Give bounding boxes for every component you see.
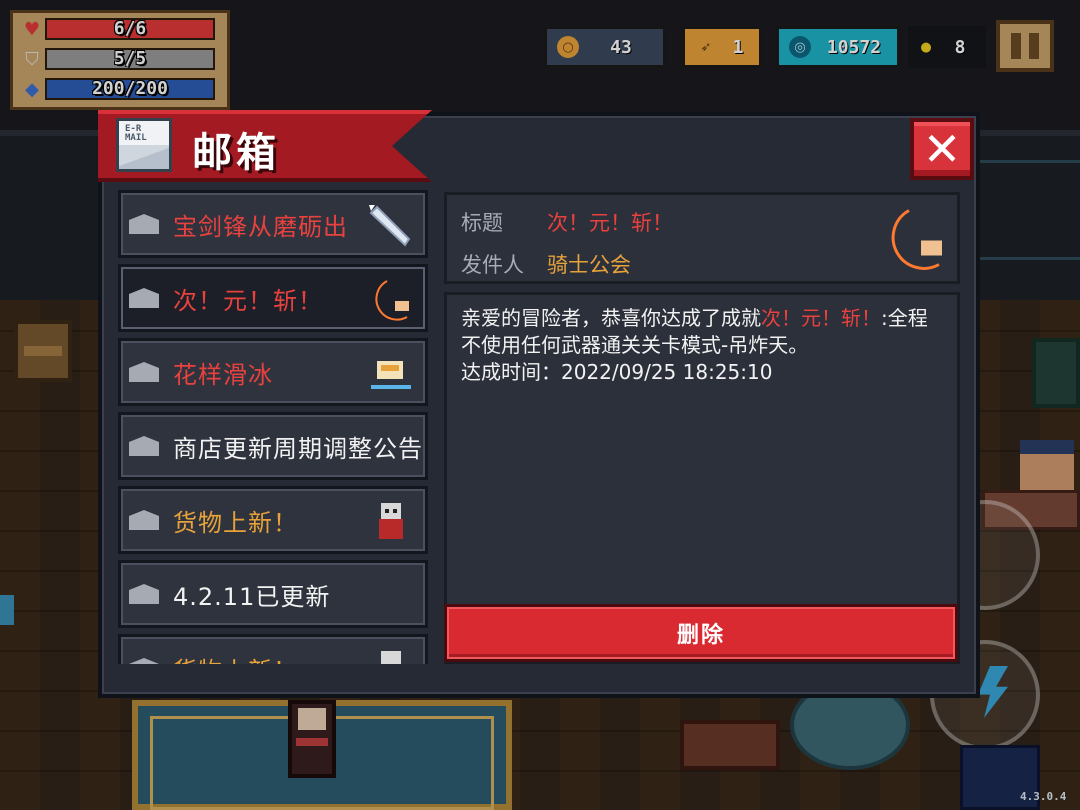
mail-list[interactable]: 宝剑锋从磨砺出 次！元！斩！ 花样滑冰 商店更新周期调整公告 货物上新！ 4.2… bbox=[118, 190, 428, 664]
envelope-icon bbox=[129, 584, 159, 604]
envelope-icon bbox=[129, 214, 159, 234]
mail-title: 货物上新！ bbox=[173, 508, 298, 537]
mail-header-panel: 标题 次！元！斩！ 发件人 骑士公会 bbox=[444, 192, 960, 284]
skating-icon bbox=[371, 361, 411, 389]
message-text: 亲爱的冒险者，恭喜你达成了成就 bbox=[461, 306, 761, 330]
subject-value: 次！元！斩！ bbox=[547, 211, 673, 235]
envelope-icon bbox=[129, 510, 159, 530]
mail-item[interactable]: 商店更新周期调整公告 bbox=[118, 412, 428, 480]
mail-item[interactable]: 宝剑锋从磨砺出 bbox=[118, 190, 428, 258]
mail-title: 花样滑冰 bbox=[173, 360, 273, 389]
envelope-icon bbox=[129, 288, 159, 308]
sender-value: 骑士公会 bbox=[547, 253, 631, 277]
close-button[interactable]: ✕ bbox=[910, 118, 974, 180]
sender-label: 发件人 bbox=[461, 253, 524, 277]
mail-item[interactable]: 次！元！斩！ bbox=[118, 264, 428, 332]
mail-title: 4.2.11已更新 bbox=[173, 582, 331, 611]
envelope-flap bbox=[119, 145, 169, 169]
mail-item[interactable]: 4.2.11已更新 bbox=[118, 560, 428, 628]
mail-title: 商店更新周期调整公告 bbox=[173, 434, 423, 463]
envelope-text: E-R MAIL bbox=[125, 124, 147, 143]
mail-title: 货物上新！ bbox=[173, 651, 363, 665]
mail-envelope-icon: E-R MAIL bbox=[116, 118, 172, 172]
mail-title: 宝剑锋从磨砺出 bbox=[173, 212, 348, 241]
crescent-slash-icon bbox=[891, 209, 942, 270]
sword-icon bbox=[369, 205, 411, 247]
mail-item[interactable]: 货物上新！ bbox=[118, 634, 428, 664]
envelope-icon bbox=[129, 436, 159, 456]
mail-message: 亲爱的冒险者，恭喜你达成了成就次！元！斩！:全程不使用任何武器通关关卡模式-吊炸… bbox=[461, 305, 943, 359]
achievement-time: 达成时间：2022/09/25 18:25:10 bbox=[461, 360, 773, 384]
subject-label: 标题 bbox=[461, 211, 503, 235]
delete-button[interactable]: 删除 bbox=[444, 604, 958, 662]
mailbox-title: 邮箱 bbox=[192, 130, 280, 176]
crescent-slash-icon bbox=[375, 280, 409, 321]
close-icon: ✕ bbox=[922, 122, 962, 176]
achievement-name: 次！元！斩！ bbox=[761, 306, 881, 330]
envelope-icon bbox=[129, 658, 159, 664]
mail-item[interactable]: 货物上新！ bbox=[118, 486, 428, 554]
merchant-icon bbox=[381, 651, 401, 664]
envelope-icon bbox=[129, 362, 159, 382]
mail-title: 次！元！斩！ bbox=[173, 286, 323, 315]
mail-item[interactable]: 花样滑冰 bbox=[118, 338, 428, 406]
merchant-icon bbox=[379, 503, 403, 539]
